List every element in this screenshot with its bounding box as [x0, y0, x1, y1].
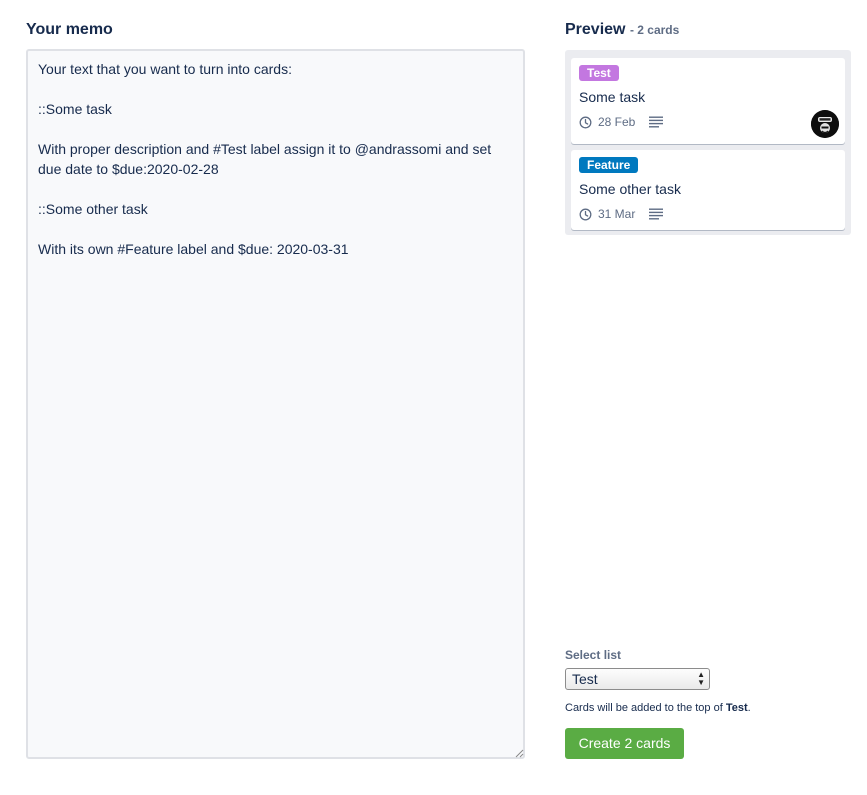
preview-card[interactable]: Feature Some other task 31 Mar [571, 150, 845, 230]
memo-textarea[interactable]: Your text that you want to turn into car… [26, 49, 525, 759]
description-badge [649, 208, 664, 220]
member-avatar[interactable] [811, 110, 839, 138]
list-select[interactable]: Test ▲ ▼ [565, 668, 710, 690]
select-list-label: Select list [565, 648, 622, 662]
select-arrows-icon: ▲ ▼ [697, 670, 705, 687]
card-label: Test [579, 65, 619, 81]
list-hint-list-name: Test [725, 702, 748, 714]
description-icon [649, 208, 664, 220]
list-hint-suffix: . [747, 702, 751, 714]
description-icon [649, 116, 664, 128]
preview-heading: Preview - 2 cards [565, 21, 679, 39]
preview-title: Preview [565, 21, 626, 38]
card-badges: 28 Feb [579, 114, 837, 130]
preview-list: Test Some task 28 Feb Feature Some other… [565, 50, 851, 235]
resize-grip-icon[interactable] [515, 749, 524, 758]
due-date-text: 31 Mar [598, 207, 636, 221]
preview-card-count: - 2 cards [629, 23, 680, 37]
clock-icon [579, 116, 592, 128]
description-badge [649, 116, 664, 128]
list-hint-prefix: Cards will be added to the top of [565, 702, 723, 714]
card-title: Some task [579, 89, 646, 105]
card-title: Some other task [579, 181, 681, 197]
avatar-image-icon [811, 110, 839, 138]
due-date-badge: 28 Feb [579, 115, 635, 129]
card-label: Feature [579, 157, 639, 173]
preview-card[interactable]: Test Some task 28 Feb [571, 58, 845, 144]
list-select-value: Test [572, 671, 598, 687]
clock-icon [579, 208, 592, 220]
memo-title: Your memo [26, 21, 113, 38]
due-date-badge: 31 Mar [579, 207, 635, 221]
due-date-text: 28 Feb [598, 115, 636, 129]
list-hint: Cards will be added to the top of Test. [565, 702, 751, 714]
create-cards-button[interactable]: Create 2 cards [565, 728, 684, 759]
card-badges: 31 Mar [579, 206, 837, 222]
